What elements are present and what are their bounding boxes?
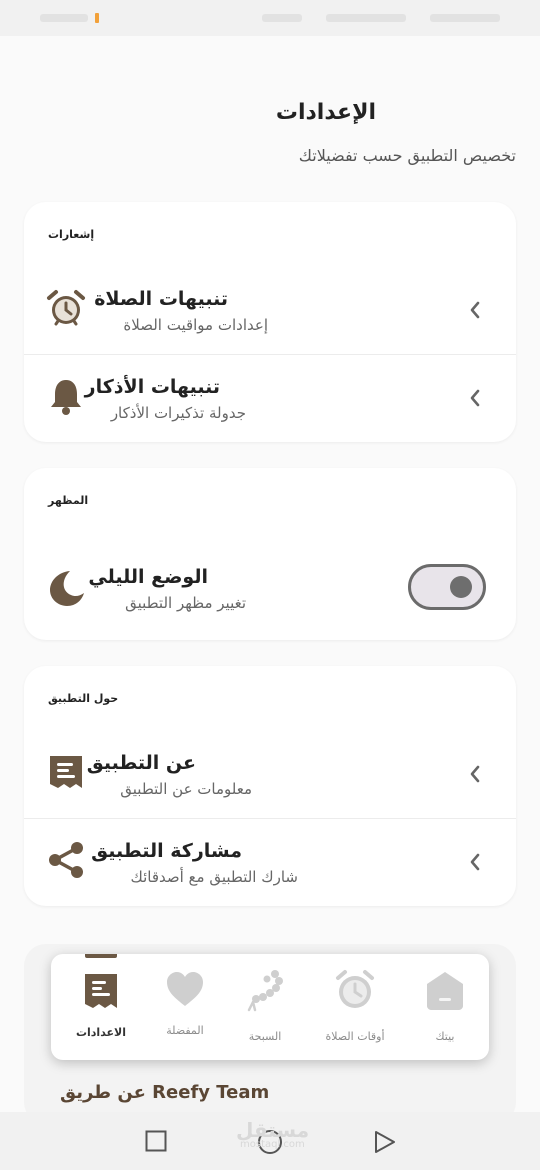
appearance-card: المظهر الوضع الليلي تغيير مظهر التطبيق	[24, 468, 516, 640]
section-label-appearance: المظهر	[48, 494, 89, 507]
back-triangle-icon[interactable]	[374, 1130, 396, 1154]
prayer-alerts-row[interactable]: تنبيهات الصلاة إعدادات مواقيت الصلاة	[24, 266, 516, 354]
row-subtitle: معلومات عن التطبيق	[120, 780, 252, 798]
dark-mode-toggle[interactable]	[408, 564, 486, 610]
status-indicator	[95, 13, 99, 23]
nav-label: الاعدادات	[75, 1026, 127, 1039]
recent-apps-icon[interactable]	[145, 1130, 167, 1152]
credit-text: عن طريق Reefy Team	[60, 1082, 270, 1103]
chevron-left-icon	[470, 765, 480, 783]
chevron-left-icon	[470, 853, 480, 871]
row-title: الوضع الليلي	[88, 566, 208, 588]
row-title: مشاركة التطبيق	[91, 840, 242, 862]
row-subtitle: تغيير مظهر التطبيق	[125, 594, 246, 612]
row-title: تنبيهات الأذكار	[84, 376, 220, 398]
section-label-notifications: إشعارات	[48, 228, 95, 241]
toggle-knob	[450, 576, 472, 598]
nav-item-tasbih[interactable]: السبحة	[221, 954, 309, 1060]
row-subtitle: إعدادات مواقيت الصلاة	[123, 316, 268, 334]
row-title: عن التطبيق	[86, 752, 196, 774]
nav-item-settings[interactable]: الاعدادات	[57, 954, 145, 1060]
adhkar-alerts-row[interactable]: تنبيهات الأذكار جدولة تذكيرات الأذكار	[24, 354, 516, 442]
settings-screen: الإعدادات تخصيص التطبيق حسب تفضيلاتك إشع…	[0, 36, 540, 1124]
about-card: حول التطبيق عن التطبيق معلومات عن التطبي…	[24, 666, 516, 906]
watermark-url: mostaql.com	[240, 1139, 305, 1150]
nav-item-favorites[interactable]: المفضلة	[141, 954, 229, 1060]
row-subtitle: جدولة تذكيرات الأذكار	[110, 404, 246, 422]
row-subtitle: شارك التطبيق مع أصدقائك	[130, 868, 298, 886]
nav-item-prayer-times[interactable]: أوقات الصلاة	[311, 954, 399, 1060]
heart-icon	[167, 972, 203, 1006]
status-bar	[0, 0, 540, 36]
active-indicator	[85, 954, 117, 958]
clock-icon	[336, 970, 374, 1008]
bottom-navigation: الاعدادات المفضلة السبحة أوقات الصلاة بي…	[51, 954, 489, 1060]
nav-item-home[interactable]: بيتك	[401, 954, 489, 1060]
notifications-card: إشعارات تنبيهات الصلاة إعدادات مواقيت ال…	[24, 202, 516, 442]
nav-label: السبحة	[248, 1030, 282, 1043]
chevron-left-icon	[470, 389, 480, 407]
page-subtitle: تخصيص التطبيق حسب تفضيلاتك	[298, 146, 516, 165]
about-app-row[interactable]: عن التطبيق معلومات عن التطبيق	[24, 730, 516, 818]
nav-label: بيتك	[435, 1030, 455, 1043]
share-app-row[interactable]: مشاركة التطبيق شارك التطبيق مع أصدقائك	[24, 818, 516, 906]
row-title: تنبيهات الصلاة	[94, 288, 228, 310]
home-icon	[427, 972, 463, 1010]
prayer-beads-icon	[247, 970, 283, 1012]
document-icon	[85, 974, 117, 1008]
page-title: الإعدادات	[275, 100, 376, 125]
section-label-about: حول التطبيق	[48, 692, 119, 705]
nav-label: أوقات الصلاة	[325, 1030, 385, 1043]
nav-label: المفضلة	[166, 1024, 204, 1037]
chevron-left-icon	[470, 301, 480, 319]
